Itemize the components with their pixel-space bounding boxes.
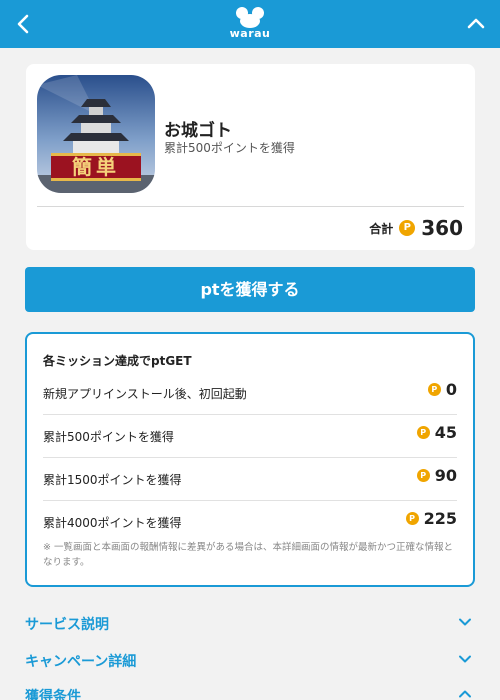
coin-icon: P — [416, 426, 430, 439]
chevron-down-icon — [459, 655, 471, 663]
missions-box: 各ミッション達成でptGET 新規アプリインストール後、初回起動 P 0 累計5… — [25, 332, 475, 587]
mission-points: P 225 — [405, 509, 457, 528]
mission-points-value: 90 — [434, 466, 457, 485]
total-label: 合計 — [369, 221, 394, 236]
divider — [37, 206, 464, 207]
mission-row: 累計4000ポイントを獲得 P 225 — [43, 501, 457, 544]
warau-logo[interactable]: warau — [226, 6, 274, 42]
collapse-button[interactable] — [464, 12, 488, 36]
mission-label: 新規アプリインストール後、初回起動 — [43, 387, 247, 401]
mission-points-value: 0 — [445, 380, 457, 399]
back-button[interactable] — [12, 12, 36, 36]
mission-row: 新規アプリインストール後、初回起動 P 0 — [43, 372, 457, 415]
mission-points: P 0 — [427, 380, 457, 399]
icon-badge-text: 簡単 — [72, 155, 120, 179]
app-subtitle: 累計500ポイントを獲得 — [164, 141, 295, 155]
castle-app-icon: 簡単 — [37, 75, 155, 193]
section-label: サービス説明 — [25, 617, 109, 633]
mission-points-value: 45 — [434, 423, 457, 442]
mission-label: 累計1500ポイントを獲得 — [43, 473, 182, 487]
section-acquisition-conditions[interactable]: 獲得条件 — [25, 682, 475, 700]
mission-points-value: 225 — [423, 509, 457, 528]
section-label: 獲得条件 — [25, 689, 81, 700]
coin-icon: P — [405, 512, 419, 525]
section-label: キャンペーン詳細 — [25, 654, 137, 670]
mission-row: 累計500ポイントを獲得 P 45 — [43, 415, 457, 458]
top-bar: warau — [0, 0, 500, 48]
chevron-down-icon — [459, 618, 471, 626]
mission-label: 累計500ポイントを獲得 — [43, 430, 174, 444]
chevron-up-icon — [459, 690, 471, 698]
total-value: 360 — [421, 216, 463, 240]
mission-points: P 90 — [416, 466, 457, 485]
app-name: お城ゴト — [164, 121, 232, 141]
section-service-description[interactable]: サービス説明 — [25, 610, 475, 634]
logo-mark-icon — [236, 7, 264, 28]
mission-points: P 45 — [416, 423, 457, 442]
disclaimer-note: ※ 一覧画面と本画面の報酬情報に差異がある場合は、本詳細画面の情報が最新かつ正確… — [43, 542, 453, 568]
coin-icon: P — [416, 469, 430, 482]
mission-label: 累計4000ポイントを獲得 — [43, 516, 182, 530]
chevron-left-icon — [17, 14, 29, 34]
get-points-button[interactable]: ptを獲得する — [25, 267, 475, 312]
app-card: 簡単 お城ゴト 累計500ポイントを獲得 合計 P 360 — [26, 64, 475, 250]
coin-icon: P — [399, 220, 416, 236]
missions-title: 各ミッション達成でptGET — [43, 354, 192, 368]
logo-text: warau — [229, 27, 271, 40]
coin-icon: P — [427, 383, 441, 396]
total-points: 合計 P 360 — [369, 216, 463, 240]
section-campaign-details[interactable]: キャンペーン詳細 — [25, 647, 475, 671]
mission-row: 累計1500ポイントを獲得 P 90 — [43, 458, 457, 501]
chevron-up-icon — [467, 18, 485, 29]
